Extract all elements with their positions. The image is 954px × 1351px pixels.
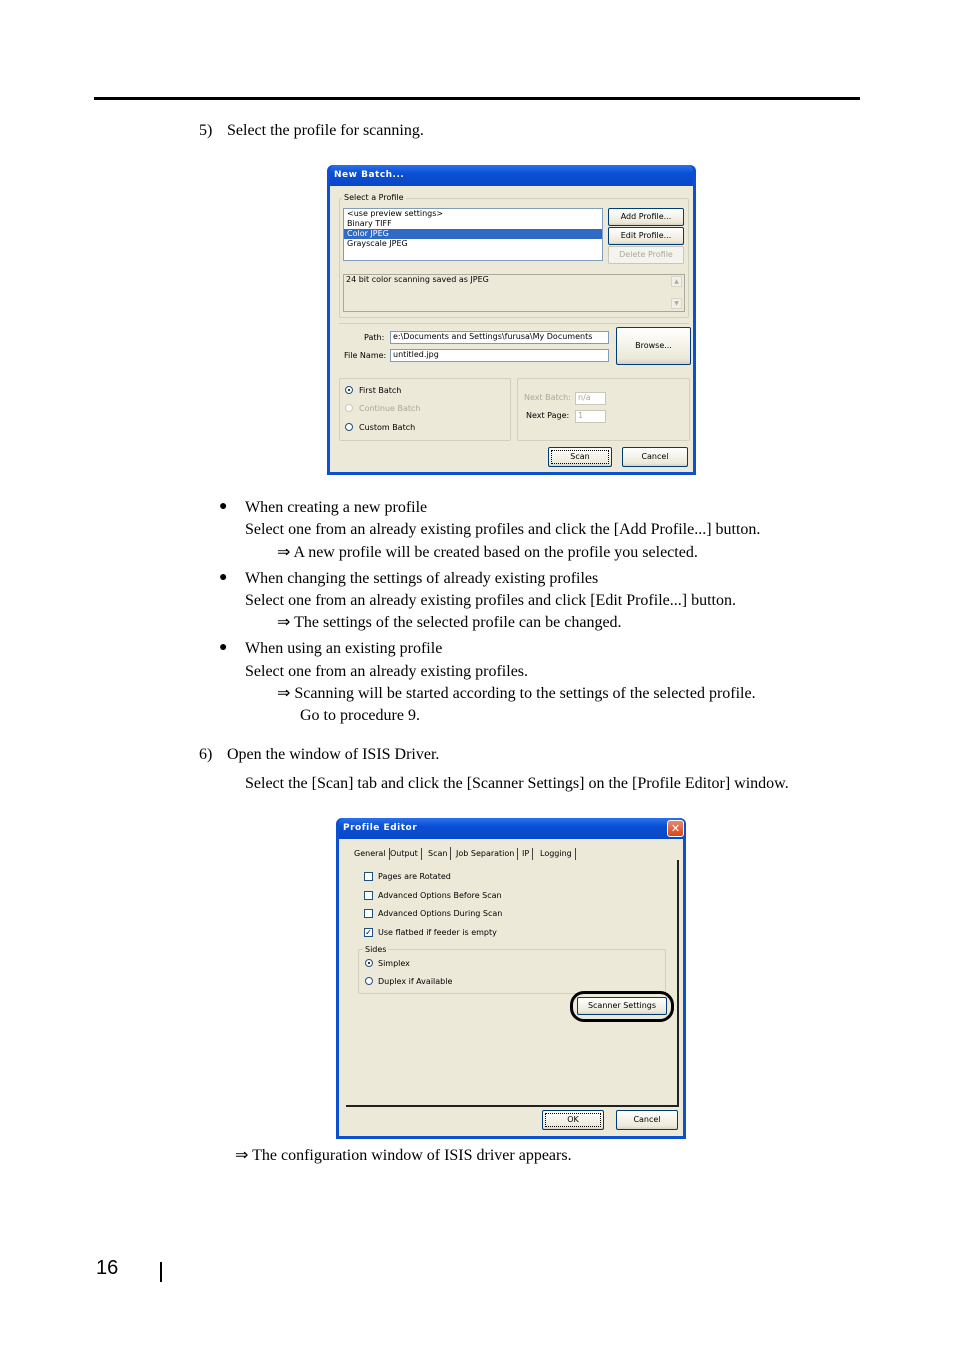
profile-editor-dialog: Profile Editor ✕ General Output Scan Job… [336, 818, 686, 1139]
advanced-before-scan-label: Advanced Options Before Scan [378, 891, 502, 900]
profile-item[interactable]: Grayscale JPEG [344, 239, 602, 249]
page-number: 16 [96, 1257, 119, 1279]
bullet-1-result: ⇒ A new profile will be created based on… [277, 544, 698, 561]
path-input[interactable]: e:\Documents and Settings\furusa\My Docu… [390, 331, 609, 344]
profile-item-selected[interactable]: Color JPEG [344, 229, 602, 239]
delete-profile-button[interactable]: Delete Profile [608, 246, 684, 264]
bullet-3-result: ⇒ Scanning will be started according to … [277, 685, 756, 702]
profile-description: 24 bit color scanning saved as JPEG [343, 274, 685, 312]
pages-rotated-label: Pages are Rotated [378, 872, 451, 881]
scroll-down-icon[interactable]: ▼ [671, 298, 682, 309]
duplex-radio[interactable] [365, 977, 373, 985]
file-name-input[interactable]: untitled.jpg [390, 349, 609, 362]
bullet-2-instruction: Select one from an already existing prof… [245, 592, 736, 609]
advanced-during-scan-label: Advanced Options During Scan [378, 909, 503, 918]
file-name-label: File Name: [344, 351, 387, 360]
footer-divider [160, 1262, 162, 1282]
bullet-1-instruction: Select one from an already existing prof… [245, 521, 761, 538]
tab-scan[interactable]: Scan [425, 847, 452, 860]
checkmark-icon: ✓ [365, 928, 372, 937]
scan-button-label: Scan [551, 450, 609, 464]
tab-general[interactable]: General [351, 848, 390, 860]
bullet-icon: ● [219, 640, 228, 655]
custom-batch-radio[interactable] [345, 423, 353, 431]
profile-list[interactable]: <use preview settings> Binary TIFF Color… [343, 208, 603, 261]
sides-group [358, 949, 666, 994]
scanner-settings-button[interactable]: Scanner Settings [577, 997, 667, 1015]
simplex-label: Simplex [378, 959, 410, 968]
continue-batch-radio[interactable] [345, 404, 353, 412]
advanced-during-scan-checkbox[interactable] [364, 909, 373, 918]
bullet-1-heading: When creating a new profile [245, 499, 428, 516]
browse-button[interactable]: Browse... [616, 327, 691, 365]
step-text: Open the window of ISIS Driver. [227, 746, 440, 763]
cancel-button[interactable]: Cancel [622, 447, 688, 467]
dialog-title: Profile Editor [339, 818, 683, 839]
step-text: Select the profile for scanning. [227, 122, 424, 139]
bullet-3-instruction: Select one from an already existing prof… [245, 663, 529, 680]
tab-job-separation[interactable]: Job Separation [453, 848, 519, 860]
next-page-label: Next Page: [526, 411, 570, 420]
custom-batch-label: Custom Batch [359, 423, 416, 432]
select-profile-label: Select a Profile [342, 193, 406, 203]
header-rule [94, 97, 860, 100]
simplex-radio[interactable] [365, 959, 373, 967]
bullet-2-result: ⇒ The settings of the selected profile c… [277, 614, 622, 631]
add-profile-button[interactable]: Add Profile... [608, 208, 684, 226]
first-batch-label: First Batch [359, 386, 402, 395]
bullet-icon: ● [219, 570, 228, 585]
sides-label: Sides [363, 945, 389, 955]
tab-ip[interactable]: IP [519, 848, 534, 860]
scroll-up-icon[interactable]: ▲ [671, 276, 682, 287]
result-text: ⇒ The configuration window of ISIS drive… [235, 1147, 572, 1164]
step-6-heading: 6) Open the window of ISIS Driver. [199, 745, 439, 765]
next-batch-label: Next Batch: [524, 393, 571, 402]
scan-button[interactable]: Scan [548, 447, 612, 467]
advanced-before-scan-checkbox[interactable] [364, 891, 373, 900]
path-label: Path: [364, 333, 385, 342]
profile-item[interactable]: <use preview settings> [344, 209, 602, 219]
bullet-icon: ● [219, 499, 228, 514]
continue-batch-label: Continue Batch [359, 404, 421, 413]
use-flatbed-checkbox[interactable]: ✓ [364, 928, 373, 937]
step-5-heading: 5) Select the profile for scanning. [199, 121, 424, 141]
step-number: 5) [199, 122, 213, 139]
dialog-title: New Batch... [330, 165, 693, 186]
pages-rotated-checkbox[interactable] [364, 872, 373, 881]
bullet-3-heading: When using an existing profile [245, 640, 443, 657]
next-page-input[interactable]: 1 [575, 410, 606, 423]
tab-output[interactable]: Output [387, 848, 422, 860]
next-batch-input[interactable]: n/a [575, 392, 606, 405]
profile-description-text: 24 bit color scanning saved as JPEG [346, 275, 489, 284]
cancel-button[interactable]: Cancel [616, 1110, 678, 1130]
edit-profile-button[interactable]: Edit Profile... [608, 227, 684, 245]
tab-logging[interactable]: Logging [537, 848, 576, 860]
new-batch-dialog: New Batch... Select a Profile <use previ… [327, 165, 696, 475]
step-6-instruction: Select the [Scan] tab and click the [Sca… [245, 775, 789, 792]
use-flatbed-label: Use flatbed if feeder is empty [378, 928, 497, 937]
bullet-3-result-note: Go to procedure 9. [300, 707, 420, 724]
profile-item[interactable]: Binary TIFF [344, 219, 602, 229]
duplex-label: Duplex if Available [378, 977, 453, 986]
separator [339, 323, 689, 324]
first-batch-radio[interactable] [345, 386, 353, 394]
ok-button[interactable]: OK [542, 1110, 604, 1130]
close-icon[interactable]: ✕ [667, 820, 684, 837]
step-number: 6) [199, 746, 213, 763]
ok-button-label: OK [545, 1113, 601, 1127]
bullet-2-heading: When changing the settings of already ex… [245, 570, 599, 587]
